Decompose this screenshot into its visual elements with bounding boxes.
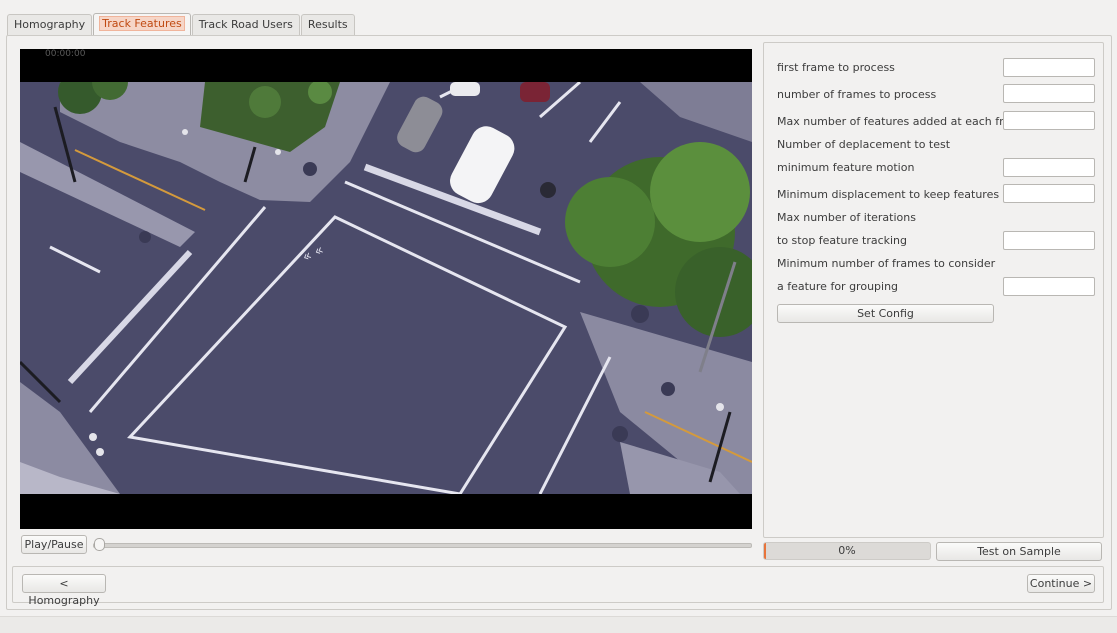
video-player[interactable]: 00:00:00 « « bbox=[20, 49, 752, 529]
number-of-frames-input[interactable] bbox=[1003, 84, 1095, 103]
navigation-bar bbox=[12, 566, 1104, 603]
play-pause-button[interactable]: Play/Pause bbox=[21, 535, 87, 554]
config-label: to stop feature tracking bbox=[777, 234, 908, 247]
tab-track-features[interactable]: Track Features bbox=[93, 13, 191, 35]
config-label: minimum feature motion bbox=[777, 161, 915, 174]
seek-slider-handle[interactable] bbox=[94, 538, 105, 551]
config-label: Max number of iterations bbox=[777, 211, 916, 224]
config-panel: first frame to process number of frames … bbox=[763, 42, 1104, 538]
progress-text: 0% bbox=[838, 544, 856, 557]
config-label: number of frames to process bbox=[777, 88, 937, 101]
max-iterations-input[interactable] bbox=[1003, 231, 1095, 250]
first-frame-input[interactable] bbox=[1003, 58, 1095, 77]
tab-track-road-users[interactable]: Track Road Users bbox=[191, 14, 300, 35]
config-label: Number of deplacement to test bbox=[777, 138, 951, 151]
test-on-sample-button[interactable]: Test on Sample bbox=[936, 542, 1102, 561]
config-label: Minimum number of frames to consider bbox=[777, 257, 996, 270]
continue-button[interactable]: Continue > bbox=[1027, 574, 1095, 593]
min-frames-grouping-input[interactable] bbox=[1003, 277, 1095, 296]
config-label: a feature for grouping bbox=[777, 280, 899, 293]
seek-slider[interactable] bbox=[93, 543, 752, 548]
max-features-input[interactable] bbox=[1003, 111, 1095, 130]
tab-homography[interactable]: Homography bbox=[7, 14, 93, 35]
config-label: Max number of features added at each fra… bbox=[777, 115, 1028, 128]
status-bar bbox=[0, 616, 1117, 633]
tab-bar: Homography Track Features Track Road Use… bbox=[7, 13, 356, 36]
video-frame: « « bbox=[20, 82, 752, 494]
video-timestamp: 00:00:00 bbox=[45, 49, 86, 59]
config-label: Minimum displacement to keep features (p… bbox=[777, 188, 1025, 201]
tab-results[interactable]: Results bbox=[300, 14, 355, 35]
back-homography-button[interactable]: < Homography bbox=[22, 574, 106, 607]
min-feature-motion-input[interactable] bbox=[1003, 158, 1095, 177]
set-config-button[interactable]: Set Config bbox=[777, 304, 994, 323]
progress-bar: 0% bbox=[763, 542, 931, 560]
min-displacement-input[interactable] bbox=[1003, 184, 1095, 203]
tab-track-features-label: Track Features bbox=[99, 16, 185, 31]
config-label: first frame to process bbox=[777, 61, 895, 74]
